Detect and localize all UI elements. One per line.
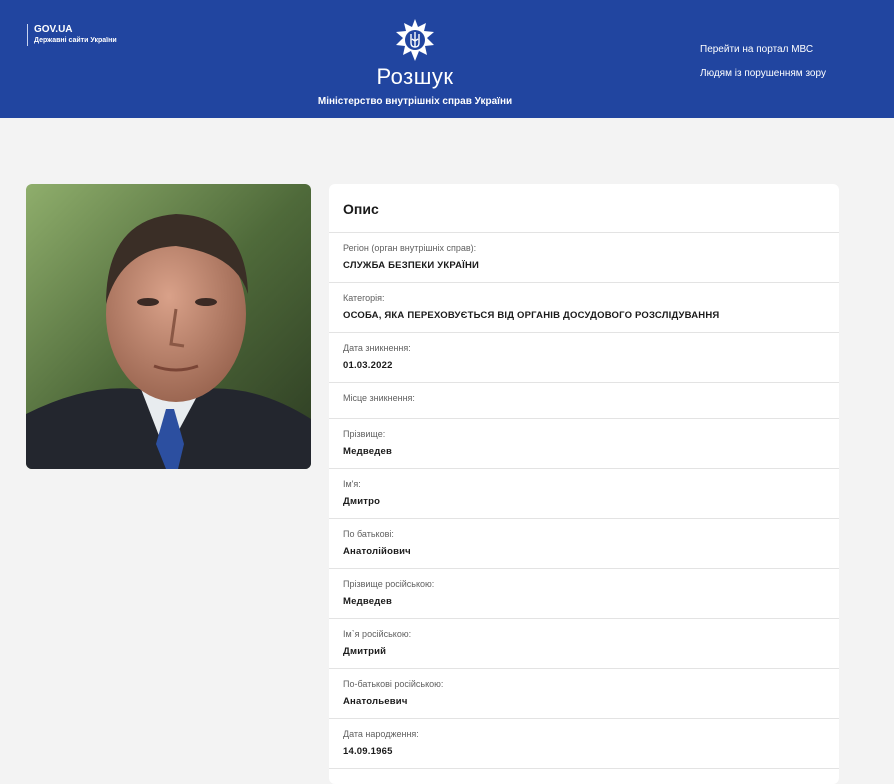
police-emblem-icon: [396, 19, 434, 61]
field-value: Анатольевич: [343, 696, 408, 707]
field-disappearance-place: Місце зникнення:: [329, 383, 839, 419]
field-value: Медведев: [343, 446, 392, 457]
field-first-name: Ім'я: Дмитро: [329, 469, 839, 519]
field-label: Місце зникнення:: [343, 393, 415, 403]
field-value: Анатолійович: [343, 546, 411, 557]
field-label: Прізвище:: [343, 429, 386, 439]
field-region: Регіон (орган внутрішніх справ): СЛУЖБА …: [329, 233, 839, 283]
person-photo: [26, 184, 311, 469]
site-header: GOV.UA Державні сайти України Розшук Мін…: [0, 0, 894, 118]
field-label: Категорія:: [343, 293, 385, 303]
site-subtitle: Міністерство внутрішніх справ України: [317, 96, 513, 107]
description-card: Опис Регіон (орган внутрішніх справ): СЛ…: [329, 184, 839, 784]
mvs-portal-link[interactable]: Перейти на портал МВС: [700, 44, 826, 56]
field-label: Прізвище російською:: [343, 579, 435, 589]
field-surname: Прізвище: Медведев: [329, 419, 839, 469]
field-value: Дмитрий: [343, 646, 387, 657]
field-value: 14.09.1965: [343, 746, 393, 757]
card-title: Опис: [329, 184, 839, 233]
field-value: Дмитро: [343, 496, 381, 507]
field-label: По батькові:: [343, 529, 394, 539]
field-value: СЛУЖБА БЕЗПЕКИ УКРАЇНИ: [343, 260, 480, 271]
field-value: Медведев: [343, 596, 392, 607]
field-first-name-ru: Ім`я російською: Дмитрий: [329, 619, 839, 669]
field-label: По-батькові російською:: [343, 679, 444, 689]
field-disappearance-date: Дата зникнення: 01.03.2022: [329, 333, 839, 383]
field-value: ОСОБА, ЯКА ПЕРЕХОВУЄТЬСЯ ВІД ОРГАНІВ ДОС…: [343, 310, 720, 321]
field-birth-date: Дата народження: 14.09.1965: [329, 719, 839, 769]
field-surname-ru: Прізвище російською: Медведев: [329, 569, 839, 619]
accessibility-link[interactable]: Людям із порушенням зору: [700, 68, 826, 80]
field-label: Ім'я:: [343, 479, 361, 489]
field-value: 01.03.2022: [343, 360, 393, 371]
field-category: Категорія: ОСОБА, ЯКА ПЕРЕХОВУЄТЬСЯ ВІД …: [329, 283, 839, 333]
field-label: Дата народження:: [343, 729, 419, 739]
header-links: Перейти на портал МВС Людям із порушення…: [700, 44, 826, 92]
field-label: Ім`я російською:: [343, 629, 412, 639]
govua-link[interactable]: GOV.UA Державні сайти України: [27, 24, 117, 46]
field-label: Дата зникнення:: [343, 343, 411, 353]
field-label: Регіон (орган внутрішніх справ):: [343, 243, 477, 253]
person-portrait-image: [26, 184, 311, 469]
field-patronymic-ru: По-батькові російською: Анатольевич: [329, 669, 839, 719]
govua-title: GOV.UA: [34, 24, 73, 35]
govua-subtitle: Державні сайти України: [34, 37, 117, 44]
field-patronymic: По батькові: Анатолійович: [329, 519, 839, 569]
